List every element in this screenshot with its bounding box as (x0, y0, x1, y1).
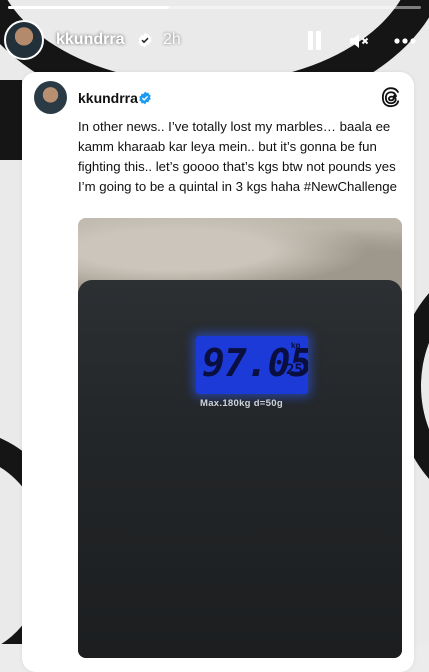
background-block-shape (0, 80, 22, 160)
mute-icon[interactable] (347, 29, 371, 53)
post-text: In other news.. I’ve totally lost my mar… (78, 119, 397, 194)
story-progress-bar (8, 6, 421, 9)
scale-unit: kg (291, 341, 301, 350)
scale-display: 97.05 kg 25 (196, 336, 308, 394)
verified-badge-icon (138, 32, 152, 48)
verified-badge-icon (139, 91, 151, 105)
post-photo[interactable]: 97.05 kg 25 Max.180kg d=50g (78, 218, 402, 658)
story-avatar[interactable] (4, 20, 44, 60)
more-icon[interactable] (393, 29, 417, 53)
story-username[interactable]: kkundrra (56, 31, 124, 49)
threads-post-card[interactable]: kkundrra In other news.. I’ve totally lo… (22, 72, 414, 672)
pause-icon[interactable] (302, 29, 326, 53)
scale-spec-label: Max.180kg d=50g (200, 398, 283, 409)
story-header: kkundrra 2h (0, 18, 429, 68)
story-timestamp: 2h (163, 31, 181, 48)
scale-temperature: 25 (286, 362, 303, 378)
threads-logo-icon[interactable] (380, 86, 402, 108)
post-avatar[interactable] (34, 81, 67, 114)
story-progress-fill (8, 6, 170, 9)
post-username[interactable]: kkundrra (78, 90, 138, 106)
